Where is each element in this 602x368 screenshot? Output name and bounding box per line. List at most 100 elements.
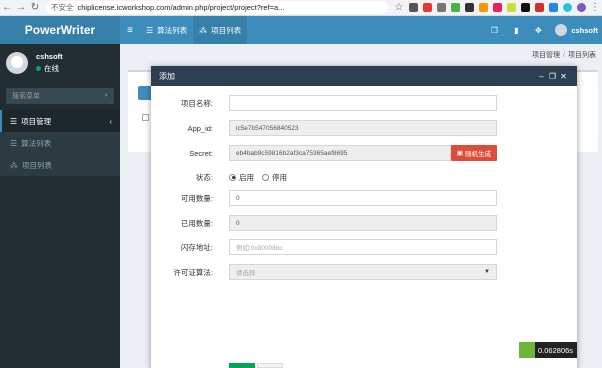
radio-unchecked-icon bbox=[262, 173, 269, 181]
sidebar-toggle-icon[interactable]: ≡ bbox=[120, 25, 140, 36]
user-avatar[interactable] bbox=[555, 24, 568, 36]
extension-icon[interactable] bbox=[422, 3, 432, 12]
cubes-icon: ⁂ bbox=[199, 25, 208, 35]
forward-icon[interactable]: → bbox=[14, 2, 28, 13]
sidebar-item-project-mgmt[interactable]: ☰ 项目管理 ‹ bbox=[0, 110, 120, 132]
reset-button[interactable] bbox=[257, 363, 283, 368]
list-icon: ☰ bbox=[10, 138, 18, 148]
status-enable-radio[interactable]: 启用 bbox=[229, 172, 254, 183]
field-label: 项目名称: bbox=[180, 98, 213, 108]
tab-label: 算法列表 bbox=[157, 25, 188, 35]
random-generate-button[interactable]: ▣ 随机生成 bbox=[451, 145, 497, 161]
status-radio-group: 启用 停用 bbox=[229, 172, 295, 183]
extension-icon[interactable] bbox=[562, 3, 572, 12]
extension-icon[interactable] bbox=[478, 3, 488, 12]
license-algorithm-select[interactable]: 请选择 ▼ bbox=[229, 264, 497, 280]
flash-address-input[interactable]: 例如:0x80008bc bbox=[229, 239, 497, 255]
address-bar[interactable]: 不安全 chiplicense.icworkshop.com/admin.php… bbox=[46, 1, 388, 14]
extension-icon[interactable] bbox=[436, 3, 446, 12]
form-row-license: 许可证算法: 请选择 ▼ bbox=[151, 264, 577, 280]
secret-field: eb4bab9c59816b2af3ca75365aef8695 bbox=[229, 145, 451, 161]
form-row-available: 可用数量: 0 bbox=[151, 190, 577, 206]
close-icon[interactable]: ✕ bbox=[558, 72, 569, 81]
extension-icon[interactable] bbox=[520, 3, 530, 12]
field-label: Secret: bbox=[189, 148, 213, 158]
form-row-status: 状态: 启用 停用 bbox=[151, 169, 577, 185]
available-count-input[interactable]: 0 bbox=[229, 190, 497, 206]
field-label: 已用数量: bbox=[180, 218, 213, 228]
extension-icon[interactable] bbox=[492, 3, 502, 12]
user-name: cshsoft bbox=[36, 52, 63, 61]
profile-icon[interactable] bbox=[576, 3, 586, 12]
select-value: 请选择 bbox=[236, 270, 256, 277]
status-text: 在线 bbox=[44, 64, 59, 73]
url-text: chiplicense.icworkshop.com/admin.php/pro… bbox=[77, 3, 285, 12]
leaf-icon bbox=[519, 342, 535, 358]
page-timer-badge: 0.062806s bbox=[519, 342, 578, 358]
radio-label: 启用 bbox=[239, 172, 254, 182]
back-icon[interactable]: ← bbox=[0, 2, 14, 13]
star-icon[interactable]: ☆ bbox=[392, 2, 406, 13]
status-disable-radio[interactable]: 停用 bbox=[262, 172, 287, 183]
tab-project-list[interactable]: ⁂ 项目列表 bbox=[193, 16, 248, 44]
search-icon[interactable]: ⌕ bbox=[104, 92, 108, 100]
extension-icon[interactable] bbox=[506, 3, 516, 12]
copy-icon[interactable]: ❐ bbox=[483, 26, 505, 35]
list-icon: ☰ bbox=[10, 116, 18, 126]
breadcrumb-item[interactable]: 项目管理 bbox=[532, 52, 560, 59]
radio-label: 停用 bbox=[272, 172, 287, 182]
project-name-input[interactable] bbox=[229, 95, 497, 111]
list-icon: ☰ bbox=[146, 25, 154, 35]
sidebar-item-algo-list[interactable]: ☰ 算法列表 bbox=[0, 132, 120, 154]
extension-icon[interactable] bbox=[450, 3, 460, 12]
caret-down-icon: ▼ bbox=[484, 269, 490, 275]
trash-icon[interactable]: ▮ bbox=[505, 26, 527, 35]
topbar-user-name[interactable]: cshsoft bbox=[571, 26, 598, 35]
menu-icon[interactable]: ⋮ bbox=[588, 2, 602, 13]
extension-icon[interactable] bbox=[408, 3, 418, 12]
sidebar-item-label: 算法列表 bbox=[21, 138, 52, 148]
field-label: 闪存地址: bbox=[180, 242, 213, 252]
user-panel: cshsoft 在线 bbox=[0, 44, 120, 82]
field-label: 状态: bbox=[195, 172, 213, 182]
extension-icon[interactable] bbox=[548, 3, 558, 12]
app-logo[interactable]: PowerWriter bbox=[0, 16, 120, 44]
extension-icon[interactable] bbox=[534, 3, 544, 12]
form-row-flash: 闪存地址: 例如:0x80008bc bbox=[151, 239, 577, 255]
online-status: 在线 bbox=[36, 63, 63, 74]
modal-header: 添加 – ❐ ✕ bbox=[151, 66, 577, 86]
tab-algo-list[interactable]: ☰ 算法列表 bbox=[140, 16, 193, 44]
security-label: 不安全 bbox=[51, 3, 74, 12]
search-placeholder: 搜索菜单 bbox=[12, 93, 40, 100]
sidebar-search-input[interactable]: 搜索菜单 ⌕ bbox=[6, 88, 114, 104]
avatar bbox=[6, 52, 28, 74]
sidebar-item-label: 项目列表 bbox=[22, 160, 52, 170]
sidebar-item-label: 项目管理 bbox=[21, 116, 52, 126]
form-row-secret: Secret: eb4bab9c59816b2af3ca75365aef8695… bbox=[151, 145, 577, 161]
fullscreen-icon[interactable]: ✥ bbox=[527, 26, 549, 35]
online-dot-icon bbox=[36, 66, 41, 71]
field-label: App_id: bbox=[187, 123, 213, 133]
button-label: 随机生成 bbox=[465, 151, 492, 158]
breadcrumb-item-current: 项目列表 bbox=[568, 52, 596, 59]
minimize-icon[interactable]: – bbox=[536, 72, 547, 81]
form-row-project-name: 项目名称: bbox=[151, 95, 577, 111]
extension-icon[interactable] bbox=[464, 3, 474, 12]
app-id-field: ic5e7b547056840523 bbox=[229, 120, 497, 136]
submit-button[interactable] bbox=[229, 363, 255, 368]
tab-label: 项目列表 bbox=[211, 25, 242, 35]
timer-text: 0.062806s bbox=[538, 345, 574, 355]
add-modal: 添加 – ❐ ✕ 项目名称: App_id: ic5e7b54705684052… bbox=[151, 66, 577, 368]
top-navbar: ≡ ☰ 算法列表 ⁂ 项目列表 ❐ ▮ ✥ cshsoft bbox=[120, 16, 602, 44]
radio-checked-icon bbox=[229, 173, 236, 181]
form-row-app-id: App_id: ic5e7b547056840523 bbox=[151, 120, 577, 136]
sidebar-item-project-list[interactable]: ⁂ 项目列表 bbox=[0, 154, 120, 176]
reload-icon[interactable]: ↻ bbox=[28, 2, 42, 13]
form-row-used: 已用数量: 0 bbox=[151, 215, 577, 231]
field-label: 可用数量: bbox=[180, 193, 213, 203]
browser-toolbar: ← → ↻ 不安全 chiplicense.icworkshop.com/adm… bbox=[0, 0, 602, 16]
field-label: 许可证算法: bbox=[173, 267, 213, 277]
breadcrumb: 项目管理 / 项目列表 bbox=[532, 52, 596, 59]
select-all-checkbox[interactable] bbox=[142, 114, 149, 121]
maximize-icon[interactable]: ❐ bbox=[547, 72, 558, 81]
